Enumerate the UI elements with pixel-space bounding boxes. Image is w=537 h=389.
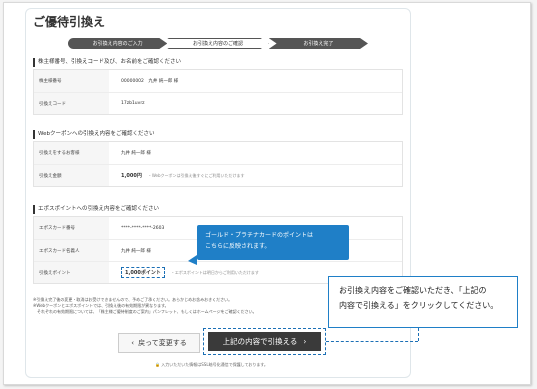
row-value: 17zb1uvrz [121,101,145,106]
section-heading: エポスポイントへの引換え内容をご確認ください [33,205,403,214]
table-row: 株主様番号 00000002 九井 純一郎 様 [34,70,402,92]
row-label: エポスカード番号 [34,217,109,239]
chevron-left-icon: ‹ [131,339,135,347]
ssl-footer-text: 入力いただいた情報はSSL暗号化通信で保護しております。 [161,362,268,367]
chevron-right-icon: › [303,337,307,346]
connector-line [418,328,419,341]
lock-icon: 🔒 [155,362,160,367]
point-note: ・エポスポイントは明日からご利用いただけます [170,269,259,275]
section-table: 株主様番号 00000002 九井 純一郎 様 引換えコード 17zb1uvrz [33,69,403,115]
ssl-footer: 🔒 入力いただいた情報はSSL暗号化通信で保護しております。 [155,362,268,368]
connector-line [326,341,418,342]
back-button[interactable]: ‹ 戻って変更する [118,333,200,353]
row-value: 九井 純一郎 様 [121,151,151,156]
section-table: 引換えをするお客様 九井 純一郎 様 引換え金額 1,000円 ・Webクーポン… [33,141,403,187]
coupon-amount: 1,000円 [121,173,142,179]
confirm-exchange-button[interactable]: 上記の内容で引換える › [208,332,321,351]
page-title: ご優待引換え [33,15,106,29]
confirm-button-label: 上記の内容で引換える [222,337,298,346]
confirm-button-highlight: 上記の内容で引換える › [203,328,326,355]
step-complete: お引換え完了 [268,38,368,49]
row-label: 引換えをするお客様 [34,142,109,164]
bubble-line: 内容で引換える」をクリックしてください。 [339,301,499,310]
note-line: それぞれの有効期限については、「株主様ご優待制度のご案内」パンフレット、もしくは… [33,309,257,314]
step-confirm: お引換え内容のご確認 [167,38,269,49]
row-label: 株主様番号 [34,70,109,92]
section-heading: 株主様番号、引換えコード及び、お名前をご確認ください [33,58,403,67]
gold-card-callout: ゴールド・プラチナカードのポイントは こちらに反映されます。 [188,225,349,265]
section-shareholder: 株主様番号、引換えコード及び、お名前をご確認ください 株主様番号 0000000… [33,58,403,115]
row-label: 引換え金額 [34,165,109,186]
section-heading: Webクーポンへの引換え内容をご確認ください [33,130,403,139]
instruction-bubble: お引換え内容をご確認いただき、「上記の 内容で引換える」をクリックしてください。 [328,276,518,328]
row-value: 九井 純一郎 様 [121,248,151,254]
point-amount: 1,000ポイント [121,267,165,278]
section-web-coupon: Webクーポンへの引換え内容をご確認ください 引換えをするお客様 九井 純一郎 … [33,130,403,187]
coupon-note: ・Webクーポンは引換え後すぐにご利用いただけます [147,172,245,178]
row-label: エポスカード名義人 [34,240,109,261]
table-row: 引換え金額 1,000円 ・Webクーポンは引換え後すぐにご利用いただけます [34,164,402,186]
row-value: 00000002 九井 純一郎 様 [121,79,179,84]
table-row: 引換えコード 17zb1uvrz [34,92,402,114]
step-input: お引換え内容のご入力 [68,38,168,49]
step-indicator: お引換え内容のご入力 お引換え内容のご確認 お引換え完了 [68,38,368,49]
row-label: 引換えコード [34,93,109,114]
row-value: ****-****-****-2603 [121,225,165,231]
notes: ※引換え完了後の変更・取消はお受けできませんので、予めご了承ください。あらかじめ… [33,297,353,315]
callout-line: こちらに反映されます。 [205,243,271,250]
row-label: 引換えポイント [34,262,109,283]
callout-line: ゴールド・プラチナカードのポイントは [205,232,314,239]
back-button-label: 戻って変更する [138,339,187,347]
table-row: 引換えをするお客様 九井 純一郎 様 [34,142,402,164]
bubble-line: お引換え内容をご確認いただき、「上記の [339,286,487,295]
